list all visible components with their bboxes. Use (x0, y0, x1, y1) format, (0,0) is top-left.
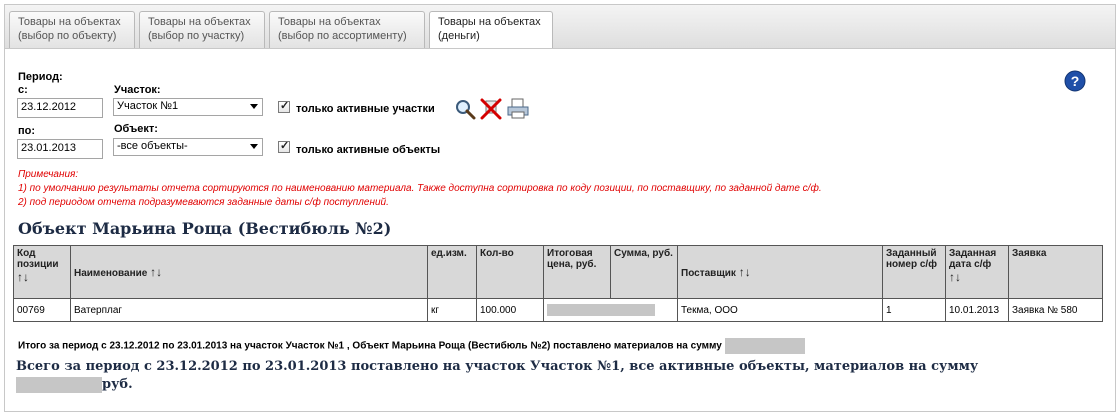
col-invoice-no: Заданный номер с/ф (882, 245, 946, 299)
tab-sublabel: (выбор по ассортименту) (278, 30, 407, 42)
table-header-row: Код позиции ↑↓ Наименование ↑↓ ед.изм. К… (13, 245, 1103, 299)
site-label: Участок: (114, 84, 161, 96)
chevron-down-icon (250, 144, 258, 149)
site-select-value: Участок №1 (117, 100, 179, 112)
tab-bar: Товары на объектах (выбор по объекту) То… (4, 4, 1116, 50)
tab-label: Товары на объектах (438, 16, 541, 28)
period-label: Период: (18, 71, 63, 83)
search-icon[interactable] (454, 98, 476, 120)
cell-invoice-no: 1 (882, 298, 946, 322)
cell-name: Ватерплаг (70, 298, 428, 322)
tab-sublabel: (выбор по объекту) (18, 30, 117, 42)
sort-down-icon[interactable]: ↓ (156, 265, 162, 279)
col-name-label: Наименование (74, 268, 148, 279)
tab-by-assortment[interactable]: Товары на объектах (выбор по ассортимент… (269, 11, 425, 49)
object-select-value: -все объекты- (117, 140, 188, 152)
to-label: по: (18, 125, 36, 137)
tab-label: Товары на объектах (18, 16, 121, 28)
active-sites-checkbox[interactable] (278, 99, 290, 113)
col-request: Заявка (1008, 245, 1103, 299)
tab-by-object[interactable]: Товары на объектах (выбор по объекту) (9, 11, 135, 49)
active-objects-label: только активные объекты (296, 144, 441, 156)
col-qty: Кол-во (476, 245, 544, 299)
period-total: Итого за период с 23.12.2012 по 23.01.20… (18, 338, 805, 354)
redacted-value (547, 303, 655, 316)
grand-total-text: Всего за период с 23.12.2012 по 23.01.20… (16, 359, 979, 374)
cell-code: 00769 (13, 298, 71, 322)
clear-icon[interactable] (480, 98, 502, 120)
redacted-value (16, 376, 102, 393)
materials-table: Код позиции ↑↓ Наименование ↑↓ ед.изм. К… (13, 245, 1103, 322)
table-row: 00769 Ватерплаг кг 100.000 Текма, ООО 1 … (13, 298, 1103, 322)
date-from-input[interactable]: 23.12.2012 (17, 98, 103, 118)
tab-sublabel: (деньги) (438, 30, 480, 42)
notes-line-1: 1) по умолчанию результаты отчета сортир… (18, 183, 822, 194)
col-supplier[interactable]: Поставщик ↑↓ (677, 245, 883, 299)
object-label: Объект: (114, 123, 158, 135)
object-title: Объект Марьина Роща (Вестибюль №2) (18, 219, 392, 238)
grand-total: Всего за период с 23.12.2012 по 23.01.20… (16, 358, 1106, 394)
notes-line-2: 2) под периодом отчета подразумеваются з… (18, 197, 389, 208)
cell-unit: кг (427, 298, 477, 322)
tab-money[interactable]: Товары на объектах (деньги) (429, 11, 553, 50)
col-supplier-label: Поставщик (681, 268, 736, 279)
sort-down-icon[interactable]: ↓ (23, 270, 29, 284)
from-label: с: (18, 84, 28, 96)
tab-label: Товары на объектах (278, 16, 381, 28)
col-code[interactable]: Код позиции ↑↓ (13, 245, 71, 299)
tab-by-site[interactable]: Товары на объектах (выбор по участку) (139, 11, 265, 49)
period-total-text: Итого за период с 23.12.2012 по 23.01.20… (18, 340, 722, 352)
print-icon[interactable] (506, 98, 530, 120)
cell-supplier: Текма, ООО (677, 298, 883, 322)
notes: Примечания: 1) по умолчанию результаты о… (18, 168, 822, 210)
svg-text:?: ? (1071, 73, 1080, 89)
chevron-down-icon (250, 104, 258, 109)
sort-down-icon[interactable]: ↓ (745, 265, 751, 279)
cell-price-sum-redacted (543, 298, 678, 322)
sort-down-icon[interactable]: ↓ (955, 270, 961, 284)
cell-request: Заявка № 580 (1008, 298, 1103, 322)
notes-title: Примечания: (18, 169, 79, 180)
redacted-value (724, 338, 805, 354)
help-icon[interactable]: ? (1064, 70, 1086, 92)
active-objects-checkbox[interactable] (278, 139, 290, 153)
col-name[interactable]: Наименование ↑↓ (70, 245, 428, 299)
date-to-input[interactable]: 23.01.2013 (17, 139, 103, 159)
site-select[interactable]: Участок №1 (113, 98, 263, 116)
object-select[interactable]: -все объекты- (113, 138, 263, 156)
grand-total-suffix: руб. (102, 377, 133, 392)
active-sites-label: только активные участки (296, 103, 435, 115)
col-code-label: Код позиции (17, 248, 59, 270)
col-invoice-date[interactable]: Заданная дата с/ф ↑↓ (945, 245, 1009, 299)
col-sum: Сумма, руб. (610, 245, 678, 299)
col-price: Итоговая цена, руб. (543, 245, 611, 299)
tab-label: Товары на объектах (148, 16, 251, 28)
cell-invoice-date: 10.01.2013 (945, 298, 1009, 322)
cell-qty: 100.000 (476, 298, 544, 322)
col-unit: ед.изм. (427, 245, 477, 299)
col-invoice-date-label: Заданная дата с/ф (949, 248, 997, 270)
tab-sublabel: (выбор по участку) (148, 30, 245, 42)
